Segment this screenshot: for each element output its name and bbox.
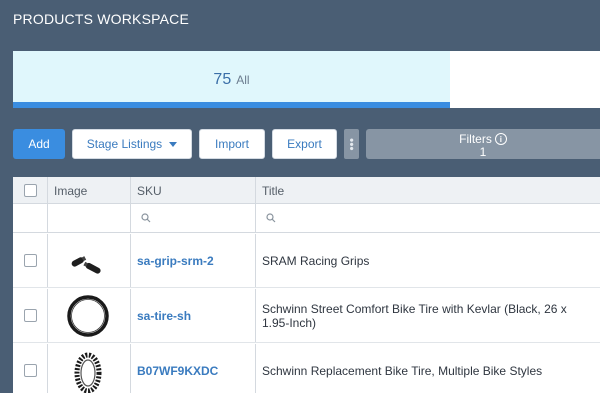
sku-link[interactable]: B07WF9KXDC [137,364,218,378]
bike-grips-image [71,256,101,274]
sku-filter-input[interactable] [131,204,256,232]
export-button[interactable]: Export [272,129,337,159]
all-count-label: All [236,73,250,87]
select-all-checkbox[interactable] [24,184,37,197]
search-icon [141,213,151,223]
filters-count: 1 [479,145,487,159]
table-row[interactable]: B07WF9KXDC Schwinn Replacement Bike Tire… [13,344,600,393]
title-filter-input[interactable] [256,204,600,232]
search-icon [266,213,276,223]
filters-button[interactable]: Filters i 1 [366,129,600,159]
table-header: Image SKU Title [13,177,600,204]
street-tire-image [67,295,109,337]
row-checkbox[interactable] [24,309,37,322]
info-icon: i [494,133,507,145]
active-tab-indicator [13,102,450,108]
summary-card-blank [450,51,600,108]
column-filter-row [13,204,600,233]
row-checkbox[interactable] [24,254,37,267]
row-checkbox[interactable] [24,364,37,377]
kebab-icon: ••• [344,137,359,151]
products-table: Image SKU Title sa-grip-srm-2 SRAM Racin… [13,177,600,393]
filters-label: Filters [459,132,492,146]
table-row[interactable]: sa-tire-sh Schwinn Street Comfort Bike T… [13,289,600,343]
all-count-value: 75 [213,71,232,88]
column-header-sku[interactable]: SKU [137,184,162,198]
all-count-card[interactable]: 75 All [13,51,450,108]
sku-link[interactable]: sa-tire-sh [137,309,191,323]
product-title: Schwinn Replacement Bike Tire, Multiple … [262,364,543,378]
page-title: PRODUCTS WORKSPACE [13,11,190,27]
product-title: SRAM Racing Grips [262,254,370,268]
more-options-button[interactable]: ••• [344,129,359,159]
table-row[interactable]: sa-grip-srm-2 SRAM Racing Grips [13,234,600,288]
column-header-title[interactable]: Title [262,184,284,198]
sku-link[interactable]: sa-grip-srm-2 [137,254,214,268]
knobby-tire-image [74,352,102,393]
import-button[interactable]: Import [199,129,265,159]
stage-listings-label: Stage Listings [86,137,163,151]
caret-down-icon [169,142,178,147]
stage-listings-dropdown[interactable]: Stage Listings [72,129,192,159]
column-header-image[interactable]: Image [54,184,87,198]
product-title: Schwinn Street Comfort Bike Tire with Ke… [262,302,567,330]
add-button[interactable]: Add [13,129,65,159]
